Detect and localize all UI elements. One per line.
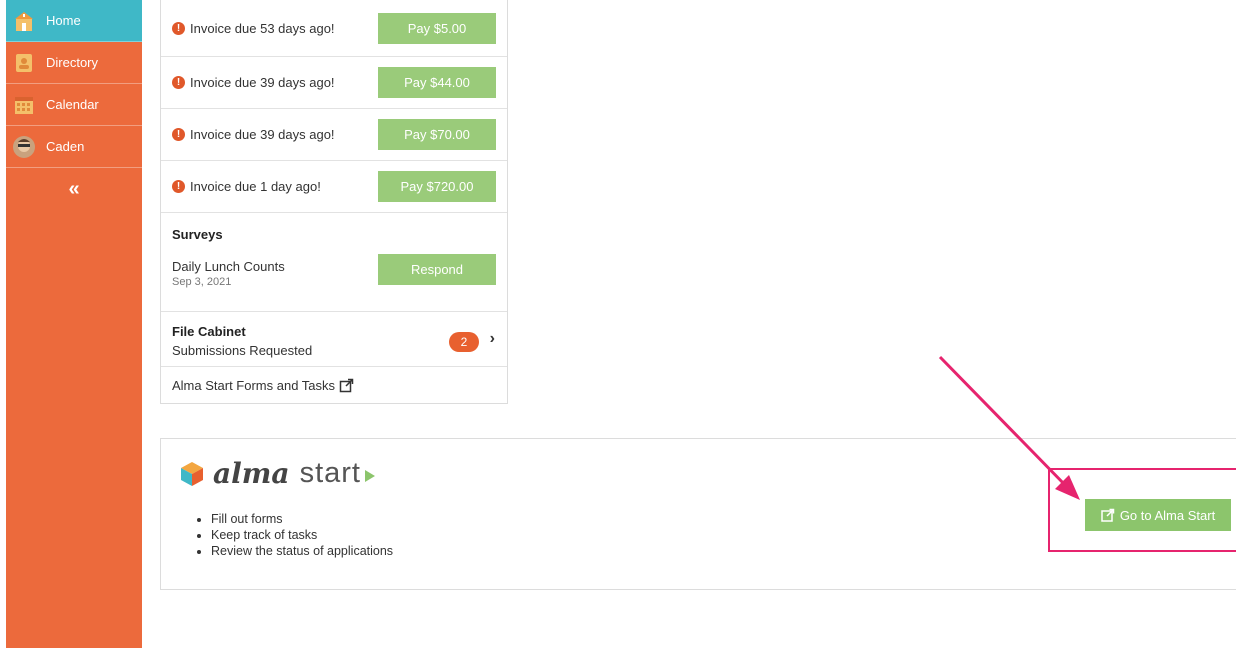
invoice-row: ! Invoice due 39 days ago! Pay $70.00	[161, 109, 507, 161]
invoice-text: Invoice due 1 day ago!	[190, 179, 321, 194]
alma-cube-icon	[181, 461, 203, 486]
pay-button[interactable]: Pay $720.00	[378, 171, 496, 202]
directory-icon	[12, 51, 36, 75]
sidebar-item-home[interactable]: Home	[6, 0, 142, 42]
surveys-section: Surveys Daily Lunch Counts Sep 3, 2021 R…	[161, 213, 507, 312]
alert-icon: !	[172, 21, 185, 35]
alert-icon: !	[172, 180, 185, 193]
sidebar-item-caden[interactable]: Caden	[6, 126, 142, 168]
alma-start-tasks-link[interactable]: Alma Start Forms and Tasks	[161, 367, 507, 404]
invoice-row: ! Invoice due 39 days ago! Pay $44.00	[161, 57, 507, 109]
alma-start-logo: alma start	[179, 457, 375, 490]
pay-button[interactable]: Pay $70.00	[378, 119, 496, 150]
sidebar-item-label: Caden	[46, 139, 85, 154]
invoice-row: ! Invoice due 1 day ago! Pay $720.00	[161, 161, 507, 213]
tasks-link-text: Alma Start Forms and Tasks	[172, 378, 336, 393]
alert-icon: !	[172, 128, 185, 141]
alert-icon: !	[172, 76, 185, 89]
calendar-icon	[12, 93, 36, 117]
school-icon	[12, 9, 36, 33]
play-icon	[364, 469, 375, 482]
sidebar-item-label: Directory	[46, 55, 99, 70]
sidebar-item-label: Calendar	[46, 97, 99, 112]
pay-button[interactable]: Pay $5.00	[378, 13, 496, 44]
list-item: Keep track of tasks	[211, 527, 393, 543]
sidebar-item-directory[interactable]: Directory	[6, 42, 142, 84]
sidebar-item-calendar[interactable]: Calendar	[6, 84, 142, 126]
invoice-row: ! Invoice due 53 days ago! Pay $5.00	[161, 0, 507, 57]
surveys-title: Surveys	[172, 227, 223, 242]
respond-button[interactable]: Respond	[378, 254, 496, 285]
features-list: Fill out forms Keep track of tasks Revie…	[195, 511, 393, 559]
file-cabinet-subtitle: Submissions Requested	[172, 343, 313, 358]
count-badge: 2	[449, 332, 479, 352]
file-cabinet-title: File Cabinet	[172, 324, 246, 339]
sidebar-item-label: Home	[46, 13, 81, 28]
list-item: Fill out forms	[211, 511, 393, 527]
external-link-icon	[339, 378, 354, 393]
pay-button[interactable]: Pay $44.00	[378, 67, 496, 98]
invoice-text: Invoice due 39 days ago!	[190, 127, 335, 142]
file-cabinet-row[interactable]: File Cabinet Submissions Requested 2 ›	[161, 312, 507, 367]
chevron-right-icon: ›	[489, 330, 495, 347]
dashboard-panel: ! Invoice due 53 days ago! Pay $5.00 ! I…	[160, 0, 508, 404]
avatar	[12, 135, 36, 159]
invoice-text: Invoice due 53 days ago!	[190, 20, 335, 36]
highlight-box	[1048, 468, 1236, 552]
invoice-text: Invoice due 39 days ago!	[190, 75, 335, 90]
sidebar: Home Directory Calendar Caden «	[6, 0, 142, 648]
list-item: Review the status of applications	[211, 543, 393, 559]
collapse-sidebar-button[interactable]: «	[6, 168, 142, 210]
